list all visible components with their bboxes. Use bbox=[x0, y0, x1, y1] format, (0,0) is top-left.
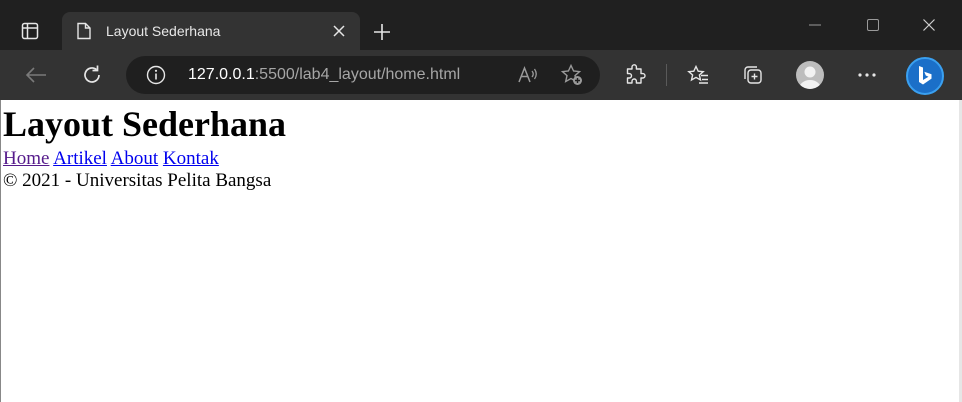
refresh-icon[interactable] bbox=[76, 59, 108, 91]
nav-link-home[interactable]: Home bbox=[3, 148, 49, 169]
extensions-icon[interactable] bbox=[619, 59, 651, 91]
more-menu-icon[interactable] bbox=[851, 59, 883, 91]
new-tab-icon[interactable] bbox=[368, 18, 396, 46]
profile-avatar[interactable] bbox=[796, 61, 824, 89]
nav-link-about[interactable]: About bbox=[111, 148, 159, 169]
page-footer: © 2021 - Universitas Pelita Bangsa bbox=[3, 170, 272, 191]
url-path: :5500/lab4_layout/home.html bbox=[254, 66, 461, 83]
tab-title: Layout Sederhana bbox=[106, 23, 221, 39]
close-window-icon[interactable] bbox=[906, 10, 952, 40]
minimize-icon[interactable] bbox=[792, 10, 838, 40]
bing-icon[interactable] bbox=[906, 57, 944, 95]
read-aloud-icon[interactable] bbox=[516, 63, 540, 87]
main-nav: Home Artikel About Kontak bbox=[3, 148, 286, 170]
site-info-icon[interactable] bbox=[146, 65, 166, 85]
url-host: 127.0.0.1 bbox=[188, 66, 255, 83]
close-tab-icon[interactable] bbox=[330, 22, 348, 40]
back-icon[interactable] bbox=[20, 59, 52, 91]
page-heading: Layout Sederhana bbox=[3, 104, 287, 144]
tab-active[interactable]: Layout Sederhana bbox=[62, 12, 360, 50]
address-bar[interactable]: 127.0.0.1:5500/lab4_layout/home.html bbox=[126, 56, 600, 94]
favorites-icon[interactable] bbox=[682, 59, 714, 91]
page-viewport: Layout Sederhana Home Artikel About Kont… bbox=[0, 100, 962, 402]
maximize-icon[interactable] bbox=[850, 10, 896, 40]
tab-strip: Layout Sederhana bbox=[0, 0, 962, 50]
toolbar-divider bbox=[666, 64, 667, 86]
nav-link-kontak[interactable]: Kontak bbox=[163, 148, 219, 169]
document-icon bbox=[76, 22, 92, 40]
url-text[interactable]: 127.0.0.1:5500/lab4_layout/home.html bbox=[188, 65, 460, 85]
tab-actions-icon[interactable] bbox=[10, 12, 50, 50]
add-favorite-icon[interactable] bbox=[560, 63, 584, 87]
nav-link-artikel[interactable]: Artikel bbox=[53, 148, 107, 169]
collections-icon[interactable] bbox=[737, 59, 769, 91]
page-content: Layout Sederhana Home Artikel About Kont… bbox=[3, 100, 286, 192]
